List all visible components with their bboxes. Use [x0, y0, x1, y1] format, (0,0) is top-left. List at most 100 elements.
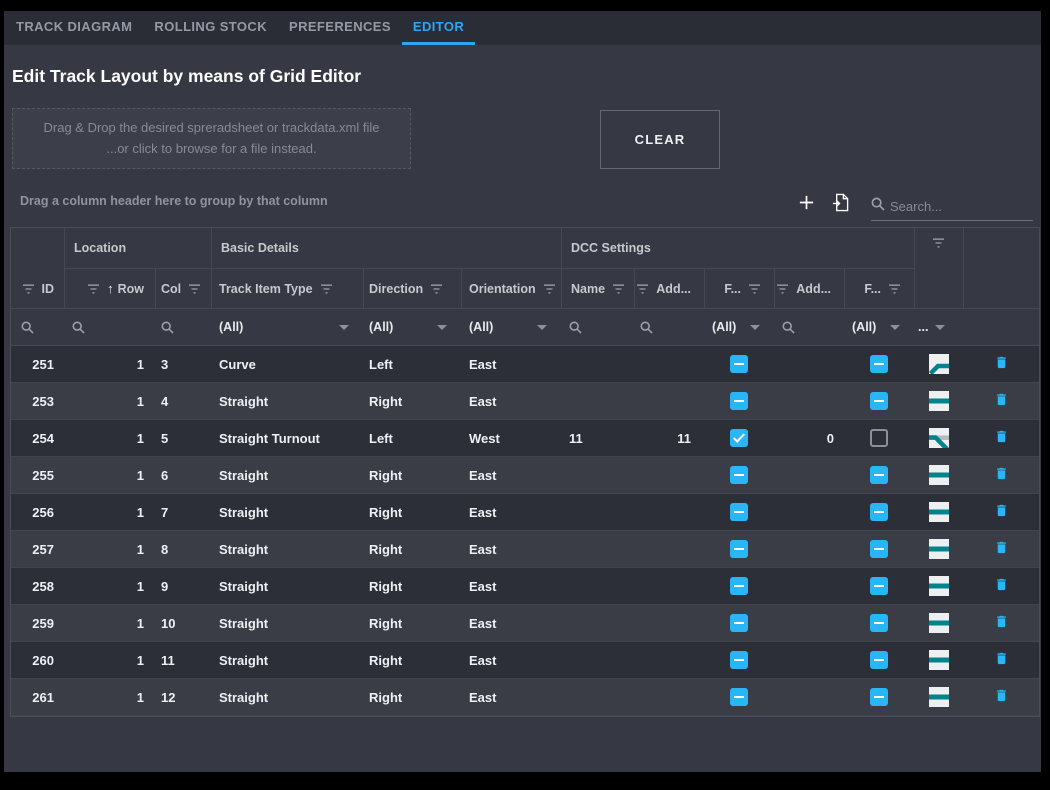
- header-filter-icon[interactable]: [776, 284, 789, 294]
- filter-f2[interactable]: (All): [844, 309, 914, 345]
- cell-orientation[interactable]: East: [461, 679, 561, 715]
- tab-rolling-stock[interactable]: ROLLING STOCK: [143, 11, 278, 45]
- cell-orientation[interactable]: East: [461, 457, 561, 493]
- f2-checkbox-indeterminate[interactable]: [870, 503, 888, 521]
- delete-row-button[interactable]: [994, 539, 1009, 559]
- filter-name[interactable]: [561, 309, 634, 345]
- delete-row-button[interactable]: [994, 650, 1009, 670]
- cell-name[interactable]: 11: [561, 420, 634, 456]
- cell-address1[interactable]: [634, 679, 704, 715]
- cell-row[interactable]: 1: [64, 605, 155, 641]
- filter-row-col[interactable]: [64, 309, 155, 345]
- cell-name[interactable]: [561, 383, 634, 419]
- cell-address1[interactable]: [634, 531, 704, 567]
- cell-orientation[interactable]: East: [461, 605, 561, 641]
- f2-checkbox-indeterminate[interactable]: [870, 577, 888, 595]
- file-dropzone[interactable]: Drag & Drop the desired spreradsheet or …: [12, 108, 411, 169]
- f1-checkbox-indeterminate[interactable]: [730, 540, 748, 558]
- cell-id[interactable]: 256: [11, 494, 64, 530]
- delete-row-button[interactable]: [994, 391, 1009, 411]
- header-filter-icon[interactable]: [636, 284, 649, 294]
- f1-checkbox-indeterminate[interactable]: [730, 503, 748, 521]
- f1-checkbox-checked[interactable]: [730, 429, 748, 447]
- delete-row-button[interactable]: [994, 465, 1009, 485]
- band-location[interactable]: Location: [64, 228, 211, 268]
- dropdown-arrow-icon[interactable]: [339, 325, 349, 330]
- header-filter-icon[interactable]: [748, 284, 761, 294]
- cell-address2[interactable]: [774, 457, 844, 493]
- f2-checkbox-indeterminate[interactable]: [870, 688, 888, 706]
- cell-id[interactable]: 258: [11, 568, 64, 604]
- cell-col[interactable]: 3: [155, 346, 211, 382]
- cell-direction[interactable]: Right: [363, 605, 461, 641]
- cell-address2[interactable]: [774, 346, 844, 382]
- column-header-address2[interactable]: Add...: [774, 268, 844, 309]
- cell-orientation[interactable]: West: [461, 420, 561, 456]
- delete-row-button[interactable]: [994, 428, 1009, 448]
- search-box[interactable]: [871, 193, 1033, 221]
- cell-name[interactable]: [561, 605, 634, 641]
- header-filter-icon[interactable]: [612, 284, 625, 294]
- cell-id[interactable]: 255: [11, 457, 64, 493]
- cell-address2[interactable]: [774, 568, 844, 604]
- column-header-name[interactable]: Name: [561, 268, 634, 309]
- cell-row[interactable]: 1: [64, 457, 155, 493]
- cell-name[interactable]: [561, 642, 634, 678]
- column-header-f2[interactable]: F...: [844, 268, 914, 309]
- cell-col[interactable]: 8: [155, 531, 211, 567]
- filter-col[interactable]: [155, 309, 211, 345]
- cell-address2[interactable]: [774, 531, 844, 567]
- cell-col[interactable]: 5: [155, 420, 211, 456]
- f1-checkbox-indeterminate[interactable]: [730, 466, 748, 484]
- column-header-track-item-type[interactable]: Track Item Type: [211, 268, 363, 309]
- cell-track-item-type[interactable]: Curve: [211, 346, 363, 382]
- filter-id[interactable]: [11, 309, 64, 345]
- cell-address1[interactable]: [634, 457, 704, 493]
- f2-checkbox-indeterminate[interactable]: [870, 392, 888, 410]
- header-filter-icon[interactable]: [888, 284, 901, 294]
- f2-checkbox-indeterminate[interactable]: [870, 355, 888, 373]
- header-filter-icon[interactable]: [188, 284, 201, 294]
- column-header-id[interactable]: ID: [11, 268, 64, 309]
- cell-id[interactable]: 261: [11, 679, 64, 715]
- cell-row[interactable]: 1: [64, 531, 155, 567]
- header-filter-icon[interactable]: [87, 284, 100, 294]
- cell-direction[interactable]: Right: [363, 642, 461, 678]
- cell-row[interactable]: 1: [64, 383, 155, 419]
- cell-address1[interactable]: [634, 605, 704, 641]
- cell-address2[interactable]: [774, 605, 844, 641]
- cell-track-item-type[interactable]: Straight: [211, 568, 363, 604]
- column-header-row[interactable]: ↑ Row: [64, 268, 155, 309]
- cell-direction[interactable]: Right: [363, 568, 461, 604]
- header-filter-icon[interactable]: [320, 284, 333, 294]
- cell-direction[interactable]: Left: [363, 346, 461, 382]
- add-row-button[interactable]: [794, 193, 818, 217]
- cell-address1[interactable]: [634, 383, 704, 419]
- tab-track-diagram[interactable]: TRACK DIAGRAM: [5, 11, 143, 45]
- f2-checkbox-indeterminate[interactable]: [870, 540, 888, 558]
- cell-col[interactable]: 10: [155, 605, 211, 641]
- cell-orientation[interactable]: East: [461, 642, 561, 678]
- filter-track-item-type[interactable]: (All): [211, 309, 363, 345]
- filter-address1[interactable]: [634, 309, 704, 345]
- search-input[interactable]: [890, 199, 1033, 214]
- cell-direction[interactable]: Right: [363, 679, 461, 715]
- cell-address1[interactable]: 11: [634, 420, 704, 456]
- cell-name[interactable]: [561, 494, 634, 530]
- cell-track-item-type[interactable]: Straight: [211, 531, 363, 567]
- dropdown-arrow-icon[interactable]: [935, 325, 945, 330]
- export-button[interactable]: [828, 193, 852, 217]
- cell-col[interactable]: 9: [155, 568, 211, 604]
- cell-row[interactable]: 1: [64, 494, 155, 530]
- filter-orientation[interactable]: (All): [461, 309, 561, 345]
- header-filter-icon[interactable]: [22, 284, 35, 294]
- cell-orientation[interactable]: East: [461, 494, 561, 530]
- tab-preferences[interactable]: PREFERENCES: [278, 11, 402, 45]
- cell-track-item-type[interactable]: Straight: [211, 679, 363, 715]
- cell-direction[interactable]: Right: [363, 457, 461, 493]
- delete-row-button[interactable]: [994, 687, 1009, 707]
- column-header-f1[interactable]: F...: [704, 268, 774, 309]
- cell-address2[interactable]: 0: [774, 420, 844, 456]
- delete-row-button[interactable]: [994, 576, 1009, 596]
- cell-col[interactable]: 6: [155, 457, 211, 493]
